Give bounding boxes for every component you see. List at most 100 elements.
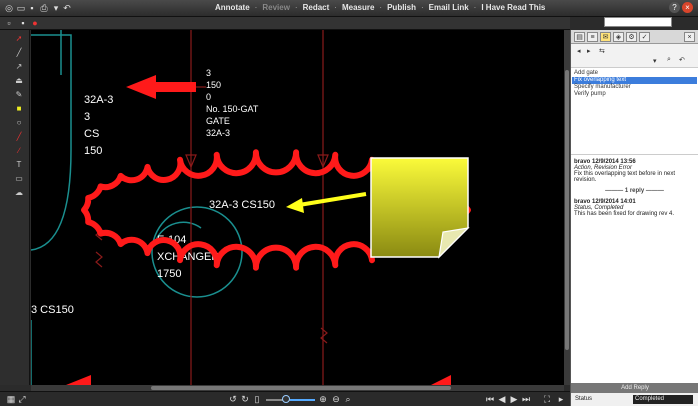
search-input[interactable]	[604, 17, 672, 27]
stamp-tool-icon[interactable]: ⏏	[13, 76, 25, 86]
line-tool-icon[interactable]: ╱	[13, 48, 25, 58]
panel-toggle-icon[interactable]: ▸	[556, 394, 566, 404]
menu-separator: ·	[473, 3, 477, 12]
menu-separator: ·	[294, 3, 298, 12]
menu-item-measure[interactable]: Measure	[342, 3, 374, 12]
horizontal-scroll-thumb[interactable]	[151, 386, 451, 390]
zoom-slider-handle[interactable]	[282, 395, 290, 403]
comment-list-item[interactable]: Verify pump	[572, 91, 697, 98]
close-icon[interactable]: ×	[682, 2, 693, 13]
quick-access-dropdown-icon[interactable]: ▾	[51, 3, 61, 13]
rectangle-tool-icon[interactable]: ▭	[13, 174, 25, 184]
comment-nav: ◂ ▸ ⇆ ▾ ⌕ ↶	[571, 44, 698, 68]
save-icon[interactable]: ▪	[27, 3, 37, 13]
arrow-tool-icon[interactable]: ↗	[13, 62, 25, 72]
yellow-arrow-head	[286, 198, 304, 213]
menu-separator: ·	[254, 3, 258, 12]
text-tool-icon[interactable]: T	[13, 160, 25, 170]
tag-line: 150	[206, 80, 221, 90]
app-window: ◎ ▭ ▪ ⎙ ▾ ↶ Annotate · Review · Redact · Measu…	[0, 0, 698, 406]
sticky-note-tool-icon[interactable]: ■	[13, 104, 25, 114]
comment-list-item-selected[interactable]: Fix overlapping text	[572, 77, 697, 84]
tag-block: 3 150 0 No. 150-GAT GATE 32A-3	[206, 68, 261, 138]
comments-panel: ▤ ≡ ✉ ◈ ⚙ ✓ × ◂ ▸ ⇆ ▾ ⌕ ↶ Add gate Fix o…	[570, 30, 698, 406]
print-icon[interactable]: ⎙	[39, 3, 49, 13]
panel-tabs: ▤ ≡ ✉ ◈ ⚙ ✓ ×	[571, 30, 698, 44]
tab-layers[interactable]: ≡	[587, 32, 598, 42]
freehand-tool-icon[interactable]: ∕	[13, 146, 25, 156]
line-tag-left: 32A-3 3 CS 150	[84, 94, 116, 157]
status-label: Status	[575, 396, 593, 402]
markup-tool-palette: ➚ ╱ ↗ ⏏ ✎ ■ ○ ╱ ∕ T ▭ ☁	[0, 30, 30, 385]
next-comment-icon[interactable]: ▸	[587, 47, 591, 55]
tab-attachments[interactable]: ⚙	[626, 32, 637, 42]
bottom-left-label: 3 CS150	[31, 304, 74, 316]
rotate-left-icon[interactable]: ↺	[228, 394, 238, 404]
page-icon[interactable]: ▫	[4, 18, 14, 28]
search-comments-icon[interactable]: ⌕	[667, 56, 671, 64]
menu-item-review[interactable]: Review	[262, 3, 290, 12]
navigation-bar: ▦ ⤢ ↺ ↻ ▯ ⊕ ⊖ ⌕ ⏮ ◀ ▶ ⏭ ⛶ ▸	[0, 391, 570, 406]
comment-thread: bravo 12/9/2014 13:56 Action, Revision E…	[571, 154, 698, 384]
tab-thumbnails[interactable]: ▤	[574, 32, 585, 42]
last-page-icon[interactable]: ⏭	[521, 394, 531, 404]
prev-comment-icon[interactable]: ◂	[577, 47, 581, 55]
annotation-icon[interactable]: ▪	[18, 18, 28, 28]
ellipse-tool-icon[interactable]: ○	[13, 118, 25, 128]
zoom-out-icon[interactable]: ⊖	[331, 394, 341, 404]
overlapping-pipe-label: 32A-3 CS150	[209, 199, 275, 211]
filter-dropdown-icon[interactable]: ▾	[653, 57, 657, 65]
drawing-svg: 3 150 0 No. 150-GAT GATE 32A-3 32A-3 3 C…	[31, 30, 471, 385]
first-page-icon[interactable]: ⏮	[485, 394, 495, 404]
tag-line: 3	[206, 68, 211, 78]
fullscreen-icon[interactable]: ⛶	[542, 394, 552, 404]
undo-icon[interactable]: ↶	[62, 3, 72, 13]
menu-item-i-have-read-this[interactable]: I Have Read This	[481, 3, 545, 12]
tab-signatures[interactable]: ✓	[639, 32, 650, 42]
comment-list-item[interactable]: Specify manufacturer	[572, 84, 697, 91]
secondary-toolbar: ▫ ▪ ●	[0, 17, 570, 30]
open-icon[interactable]: ▭	[16, 3, 26, 13]
comment-list-item[interactable]: Add gate	[572, 70, 697, 77]
next-page-icon[interactable]: ▶	[509, 394, 519, 404]
markup-color-icon[interactable]: ●	[30, 18, 40, 28]
main-menu: Annotate · Review · Redact · Measure · Publish · E…	[215, 3, 550, 12]
tab-comments[interactable]: ✉	[600, 32, 611, 42]
title-bar: ◎ ▭ ▪ ⎙ ▾ ↶ Annotate · Review · Redact · Measu…	[0, 0, 698, 17]
tag-line: No. 150-GAT	[206, 104, 259, 114]
rotate-right-icon[interactable]: ↻	[240, 394, 250, 404]
page-view-icon[interactable]: ▯	[252, 394, 262, 404]
fit-icon[interactable]: ⤢	[17, 394, 27, 404]
drawing-canvas[interactable]: 3 150 0 No. 150-GAT GATE 32A-3 32A-3 3 C…	[31, 30, 564, 385]
yellow-arrow-markup[interactable]	[286, 192, 367, 213]
cloud-tool-icon[interactable]: ☁	[13, 188, 25, 198]
line-tag-line: 3	[84, 111, 90, 123]
search-icon[interactable]: ⌕	[343, 394, 353, 404]
menu-item-redact[interactable]: Redact	[303, 3, 330, 12]
status-select[interactable]: Completed	[633, 395, 693, 404]
line-tag-line: 150	[84, 145, 102, 157]
vertical-scroll-thumb[interactable]	[565, 70, 569, 350]
menu-separator: ·	[334, 3, 337, 12]
tag-line: 0	[206, 92, 211, 102]
help-icon[interactable]: ?	[669, 2, 680, 13]
flow-arrow-marker	[126, 75, 196, 99]
tab-bookmarks[interactable]: ◈	[613, 32, 624, 42]
bottom-arrow-marker-1	[66, 375, 91, 385]
sticky-note-fold	[438, 227, 470, 259]
reply-icon[interactable]: ⇆	[599, 47, 605, 55]
pen-tool-icon[interactable]: ✎	[13, 90, 25, 100]
menu-item-email-link[interactable]: Email Link	[429, 3, 469, 12]
menu-item-publish[interactable]: Publish	[387, 3, 416, 12]
sticky-note-icon[interactable]	[370, 157, 470, 259]
options-icon[interactable]: ↶	[679, 56, 685, 64]
grid-view-icon[interactable]: ▦	[6, 394, 16, 404]
prev-page-icon[interactable]: ◀	[497, 394, 507, 404]
highlighter-tool-icon[interactable]: ╱	[13, 132, 25, 142]
select-tool-icon[interactable]: ➚	[13, 34, 25, 44]
panel-close-icon[interactable]: ×	[684, 32, 695, 42]
add-reply-button[interactable]: Add Reply	[571, 383, 698, 393]
reply-count-label: 1 reply	[624, 188, 645, 194]
menu-item-annotate[interactable]: Annotate	[215, 3, 250, 12]
zoom-in-icon[interactable]: ⊕	[318, 394, 328, 404]
